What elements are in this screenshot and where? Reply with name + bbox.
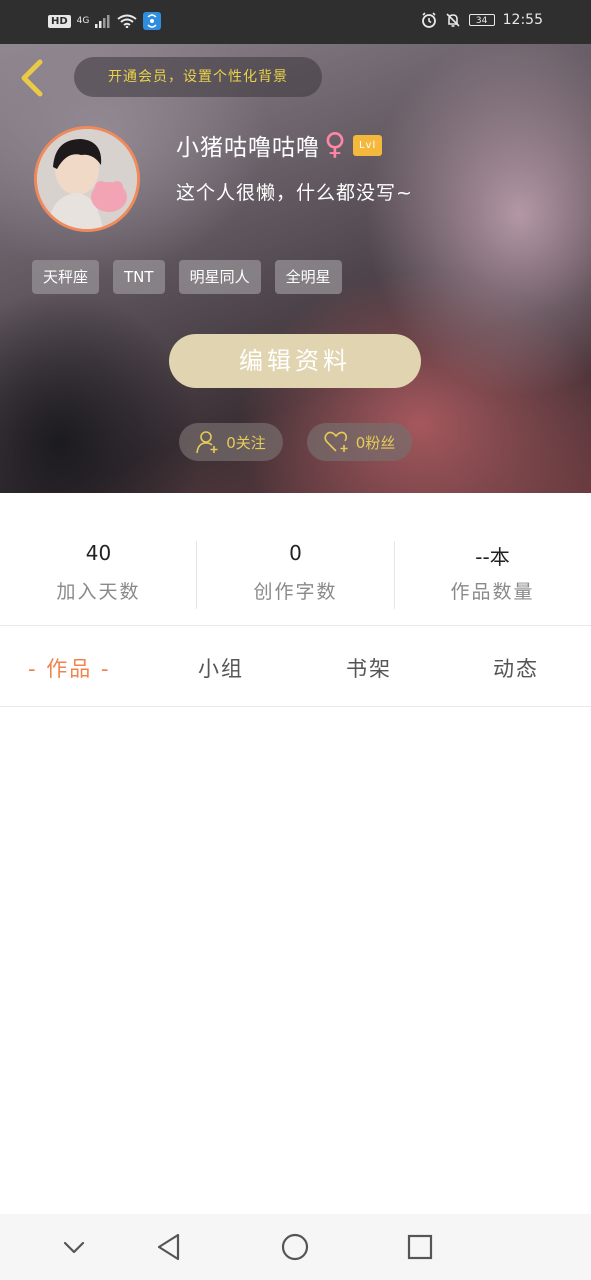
clock: 12:55 bbox=[502, 12, 543, 28]
edit-profile-button[interactable]: 编辑资料 bbox=[169, 334, 421, 388]
username: 小猪咕噜咕噜 ♀ Lvl bbox=[176, 127, 383, 162]
stat-label: 加入天数 bbox=[56, 581, 141, 603]
stats-row: 40 加入天数 0 创作字数 --本 作品数量 bbox=[0, 493, 591, 626]
content-tabs: - 作品 - 小组 书架 动态 bbox=[0, 626, 591, 707]
battery-icon: 34 bbox=[468, 14, 495, 26]
hotspot-icon bbox=[143, 12, 162, 30]
bio-text: 这个人很懒，什么都没写~ bbox=[176, 182, 413, 204]
stat-value: --本 bbox=[475, 545, 510, 569]
tag-item[interactable]: TNT bbox=[113, 260, 165, 294]
level-badge: Lvl bbox=[352, 134, 383, 156]
nav-back-icon[interactable] bbox=[153, 1231, 185, 1263]
female-icon: ♀ bbox=[324, 127, 347, 162]
tab-groups[interactable]: 小组 bbox=[198, 653, 244, 683]
username-text: 小猪咕噜咕噜 bbox=[176, 135, 320, 161]
network-type: 4G bbox=[76, 16, 90, 26]
back-arrow-icon[interactable] bbox=[14, 56, 54, 100]
tab-bookshelf[interactable]: 书架 bbox=[346, 653, 392, 683]
stat-word-count: 0 创作字数 bbox=[197, 541, 394, 604]
wifi-icon bbox=[117, 14, 137, 28]
tag-item[interactable]: 天秤座 bbox=[32, 260, 100, 294]
following-count: 0关注 bbox=[226, 433, 266, 452]
followers-count: 0粉丝 bbox=[355, 433, 396, 452]
signal-icon bbox=[95, 15, 110, 28]
following-button[interactable]: 0关注 bbox=[179, 423, 283, 461]
stat-value: 0 bbox=[289, 541, 302, 565]
status-left: HD 4G bbox=[48, 12, 162, 30]
followers-button[interactable]: 0粉丝 bbox=[307, 423, 412, 461]
tag-item[interactable]: 明星同人 bbox=[178, 260, 261, 294]
nav-recents-icon[interactable] bbox=[404, 1231, 436, 1263]
stat-label: 作品数量 bbox=[450, 581, 535, 603]
alarm-icon bbox=[421, 12, 436, 28]
chevron-down-icon[interactable] bbox=[58, 1231, 90, 1263]
system-nav-bar bbox=[0, 1214, 591, 1280]
mute-bell-icon bbox=[446, 13, 460, 27]
content-area bbox=[0, 707, 591, 1214]
stat-value: 40 bbox=[85, 541, 112, 565]
tab-activity[interactable]: 动态 bbox=[493, 653, 539, 683]
avatar[interactable] bbox=[34, 126, 140, 232]
user-add-icon bbox=[196, 431, 218, 454]
stat-label: 创作字数 bbox=[253, 581, 338, 603]
status-right: 34 12:55 bbox=[421, 12, 543, 28]
avatar-image bbox=[37, 129, 137, 229]
nav-home-icon[interactable] bbox=[279, 1231, 311, 1263]
tag-item[interactable]: 全明星 bbox=[274, 260, 342, 294]
tag-list: 天秤座 TNT 明星同人 全明星 bbox=[32, 260, 342, 294]
status-bar: HD 4G 34 12:55 bbox=[0, 0, 591, 44]
heart-add-icon bbox=[324, 431, 348, 452]
tab-works[interactable]: - 作品 - bbox=[28, 653, 111, 683]
stat-join-days: 40 加入天数 bbox=[0, 541, 197, 604]
vip-background-banner[interactable]: 开通会员，设置个性化背景 bbox=[74, 57, 322, 97]
stat-works-count: --本 作品数量 bbox=[394, 541, 591, 604]
hd-indicator: HD bbox=[48, 14, 71, 28]
profile-header: 开通会员，设置个性化背景 小猪咕噜咕噜 ♀ Lvl 这个人很懒，什么都没写~ 天… bbox=[0, 44, 591, 493]
